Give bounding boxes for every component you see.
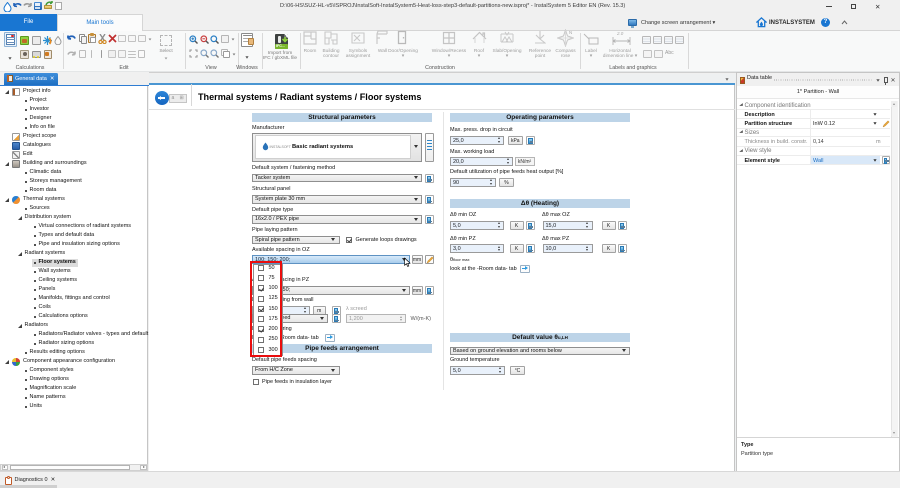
svg-text:N: N — [569, 30, 572, 35]
